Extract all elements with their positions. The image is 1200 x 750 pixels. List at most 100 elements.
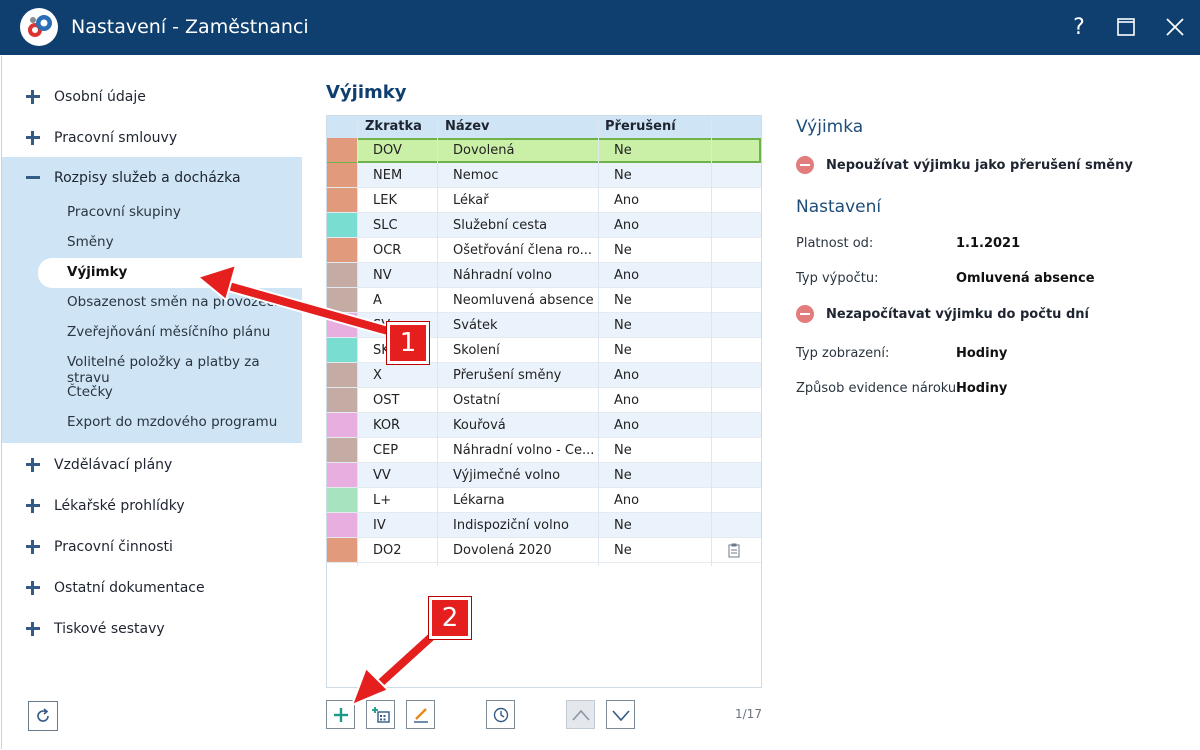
- cell-name: Svátek: [453, 318, 498, 333]
- table-row[interactable]: NEM Nemoc Ne: [327, 163, 761, 188]
- cell-break: Ano: [614, 493, 640, 508]
- color-swatch: [327, 363, 357, 387]
- sidebar-subitem-pracovni-skupiny[interactable]: Pracovní skupiny: [2, 198, 302, 228]
- column-header-preruseni[interactable]: Přerušení: [605, 119, 676, 134]
- table-row[interactable]: IV Indispoziční volno Ne: [327, 513, 761, 538]
- cell-code: LEK: [373, 193, 397, 208]
- callout-badge-2: 2: [429, 597, 471, 639]
- exceptions-table: Zkratka Název Přerušení DOV Dovolená Ne NEM…: [326, 115, 762, 688]
- window-title: Nastavení - Zaměstnanci: [71, 16, 309, 38]
- color-swatch: [327, 313, 357, 337]
- valid-from-label: Platnost od:: [796, 236, 874, 251]
- table-row[interactable]: A Neomluvená absence Ne: [327, 288, 761, 313]
- color-swatch: [327, 213, 357, 237]
- sidebar-subitem-smeny[interactable]: Směny: [2, 228, 302, 258]
- sidebar-subitem-zverejnovani[interactable]: Zveřejňování měsíčního plánu: [2, 318, 302, 348]
- claim-label: Způsob evidence nároku:: [796, 381, 961, 396]
- table-row[interactable]: LEK Lékař Ano: [327, 188, 761, 213]
- cell-code: KOŘ: [373, 418, 401, 433]
- edit-button[interactable]: [406, 700, 435, 729]
- cell-code: L+: [373, 493, 392, 508]
- break-flag[interactable]: Nepoužívat výjimku jako přerušení směny: [796, 155, 1133, 175]
- add-button[interactable]: [326, 700, 355, 729]
- sidebar-item-vzdelavaci-plany[interactable]: Vzdělávací plány: [2, 444, 302, 485]
- plus-icon: [26, 621, 40, 636]
- sidebar-subitem-obsazenost[interactable]: Obsazenost směn na provozech: [2, 288, 302, 318]
- close-icon: [1166, 18, 1184, 36]
- sidebar-item-label: Osobní údaje: [54, 88, 146, 105]
- pencil-icon: [413, 707, 428, 723]
- color-swatch: [327, 388, 357, 412]
- sidebar-item-pracovni-cinnosti[interactable]: Pracovní činnosti: [2, 526, 302, 567]
- move-up-button[interactable]: [566, 700, 595, 729]
- cell-name: Lékarna: [453, 493, 505, 508]
- close-button[interactable]: [1160, 12, 1190, 42]
- sidebar-item-osobni-udaje[interactable]: Osobní údaje: [2, 76, 302, 117]
- sidebar-item-label: Vzdělávací plány: [54, 456, 173, 473]
- color-swatch: [327, 238, 357, 262]
- move-down-button[interactable]: [606, 700, 635, 729]
- valid-from-value: 1.1.2021: [956, 236, 1021, 251]
- sidebar-subitem-label: Zveřejňování měsíčního plánu: [67, 324, 271, 340]
- cell-code: NV: [373, 268, 392, 283]
- day-count-flag-label: Nezapočítavat výjimku do počtu dní: [826, 306, 1089, 322]
- cell-break: Ne: [614, 443, 632, 458]
- cell-break: Ano: [614, 418, 640, 433]
- table-row[interactable]: OST Ostatní Ano: [327, 388, 761, 413]
- day-count-flag[interactable]: Nezapočítavat výjimku do počtu dní: [796, 304, 1089, 324]
- table-row[interactable]: DO2 Dovolená 2020 Ne: [327, 538, 761, 563]
- claim-value: Hodiny: [956, 381, 1008, 396]
- cell-code: OČR: [373, 243, 402, 258]
- clipboard-icon[interactable]: [728, 543, 740, 558]
- column-divider: [598, 116, 599, 566]
- add-from-calendar-button[interactable]: [366, 700, 395, 729]
- color-swatch: [327, 163, 357, 187]
- maximize-button[interactable]: [1111, 12, 1141, 42]
- plus-icon: [26, 130, 40, 145]
- help-button[interactable]: ?: [1064, 12, 1094, 42]
- table-row[interactable]: X Přerušení směny Ano: [327, 363, 761, 388]
- pager-label: 1/17: [735, 707, 762, 721]
- cell-code: X: [373, 368, 382, 383]
- table-row[interactable]: DOV Dovolená Ne: [327, 138, 761, 163]
- sidebar-item-rozpisy[interactable]: Rozpisy služeb a docházka: [2, 157, 302, 198]
- plus-icon: [333, 707, 348, 722]
- history-button[interactable]: [486, 700, 515, 729]
- sidebar-item-label: Tiskové sestavy: [54, 620, 165, 637]
- detail-heading-vyjimka: Výjimka: [796, 117, 864, 137]
- table-row[interactable]: VV Výjimečné volno Ne: [327, 463, 761, 488]
- color-swatch: [327, 288, 357, 312]
- sidebar-subitem-volitelne-polozky[interactable]: Volitelné položky a platby za stravu: [2, 348, 302, 386]
- sidebar-item-lekarske-prohlidky[interactable]: Lékařské prohlídky: [2, 485, 302, 526]
- cell-name: Přerušení směny: [453, 368, 562, 383]
- table-row[interactable]: L+ Lékarna Ano: [327, 488, 761, 513]
- cell-code: OST: [373, 393, 400, 408]
- column-header-nazev[interactable]: Název: [445, 119, 490, 134]
- minus-icon: [26, 171, 40, 185]
- cell-code: A: [373, 293, 382, 308]
- color-swatch: [327, 463, 357, 487]
- calendar-add-icon: [371, 706, 390, 723]
- table-row[interactable]: NV Náhradní volno Ano: [327, 263, 761, 288]
- cell-code: ČEP: [373, 443, 399, 458]
- sidebar-item-tiskove-sestavy[interactable]: Tiskové sestavy: [2, 608, 302, 649]
- sidebar-subitem-vyjimky[interactable]: Výjimky: [38, 258, 302, 288]
- table-row[interactable]: KOŘ Kouřová Ano: [327, 413, 761, 438]
- column-header-zkratka[interactable]: Zkratka: [365, 119, 422, 134]
- table-row[interactable]: OČR Ošetřování člena ro... Ne: [327, 238, 761, 263]
- cell-name: Ostatní: [453, 393, 501, 408]
- maximize-icon: [1117, 18, 1135, 36]
- sidebar-subitem-label: Export do mzdového programu: [67, 414, 278, 430]
- sidebar-item-label: Ostatní dokumentace: [54, 579, 205, 596]
- calc-type-label: Typ výpočtu:: [796, 271, 879, 286]
- sidebar-subitem-ctecky[interactable]: Čtečky: [2, 378, 302, 408]
- sidebar-subitem-export[interactable]: Export do mzdového programu: [2, 408, 302, 438]
- sidebar-item-pracovni-smlouvy[interactable]: Pracovní smlouvy: [2, 117, 302, 158]
- sidebar-item-ostatni-dokumentace[interactable]: Ostatní dokumentace: [2, 567, 302, 608]
- table-row[interactable]: SLC Služební cesta Ano: [327, 213, 761, 238]
- table-row[interactable]: ČEP Náhradní volno - Če... Ne: [327, 438, 761, 463]
- minus-circle-icon: [796, 156, 814, 174]
- refresh-button[interactable]: [28, 701, 58, 731]
- sidebar-subitem-label: Směny: [67, 234, 114, 250]
- color-swatch: [327, 263, 357, 287]
